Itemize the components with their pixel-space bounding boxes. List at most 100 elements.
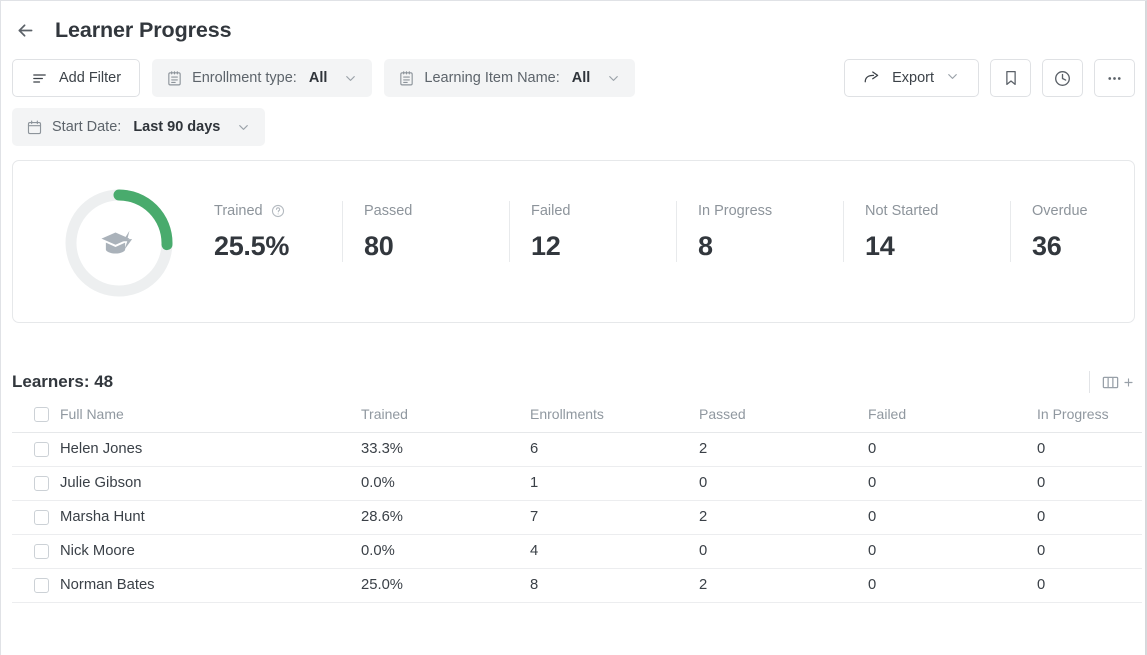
table-row[interactable]: Julie Gibson 0.0% 1 0 0 0 — [12, 466, 1142, 500]
row-checkbox[interactable] — [34, 476, 49, 491]
select-all-checkbox[interactable] — [34, 407, 49, 422]
trained-donut-chart — [63, 187, 175, 299]
cell-in-progress: 0 — [1037, 568, 1142, 602]
stat-passed: Passed 80 — [342, 201, 509, 262]
table-row[interactable]: Helen Jones 33.3% 6 2 0 0 — [12, 432, 1142, 466]
cell-failed: 0 — [868, 466, 1037, 500]
filter-chip-enrollment-type[interactable]: Enrollment type: All — [152, 59, 372, 97]
chevron-down-icon — [343, 71, 358, 86]
table-head: Full Name Trained Enrollments Passed Fai… — [12, 395, 1142, 432]
cell-in-progress: 0 — [1037, 432, 1142, 466]
column-header-passed[interactable]: Passed — [699, 395, 868, 432]
row-select-cell — [12, 500, 60, 534]
cell-failed: 0 — [868, 500, 1037, 534]
cell-failed: 0 — [868, 534, 1037, 568]
stat-label: In Progress — [698, 203, 772, 219]
filter-chip-label: Start Date: — [52, 119, 121, 135]
cell-full-name: Norman Bates — [60, 568, 361, 602]
cell-full-name: Helen Jones — [60, 432, 361, 466]
cell-passed: 2 — [699, 568, 868, 602]
stat-label-row: Passed — [364, 201, 509, 220]
filter-chip-start-date[interactable]: Start Date: Last 90 days — [12, 108, 265, 146]
stat-label: Trained — [214, 203, 263, 219]
learners-table: Full Name Trained Enrollments Passed Fai… — [12, 395, 1142, 603]
stat-label-row: Trained — [214, 201, 342, 220]
column-header-full-name[interactable]: Full Name — [60, 395, 361, 432]
column-header-in-progress[interactable]: In Progress — [1037, 395, 1142, 432]
add-filter-label: Add Filter — [59, 70, 121, 86]
cell-in-progress: 0 — [1037, 466, 1142, 500]
filter-chip-value: Last 90 days — [133, 119, 220, 135]
stat-value: 14 — [865, 231, 1010, 262]
column-header-enrollments[interactable]: Enrollments — [530, 395, 699, 432]
stat-not-started: Not Started 14 — [843, 201, 1010, 262]
cell-enrollments: 7 — [530, 500, 699, 534]
window-edge — [1145, 1, 1146, 655]
help-circle-icon[interactable] — [271, 204, 285, 218]
cell-enrollments: 4 — [530, 534, 699, 568]
filter-chip-value: All — [572, 70, 591, 86]
row-select-cell — [12, 568, 60, 602]
add-filter-button[interactable]: Add Filter — [12, 59, 140, 97]
stat-value: 80 — [364, 231, 509, 262]
export-button[interactable]: Export — [844, 59, 979, 97]
cell-trained: 33.3% — [361, 432, 530, 466]
toolbar-actions: Export — [844, 59, 1135, 97]
table-row[interactable]: Norman Bates 25.0% 8 2 0 0 — [12, 568, 1142, 602]
stat-value: 8 — [698, 231, 843, 262]
ellipsis-icon — [1105, 69, 1124, 88]
list-note-icon — [166, 70, 183, 87]
filter-lines-icon — [31, 70, 48, 87]
back-button[interactable] — [12, 17, 38, 43]
stat-value: 25.5% — [214, 231, 342, 262]
column-header-failed[interactable]: Failed — [868, 395, 1037, 432]
bookmark-icon — [1002, 69, 1020, 87]
table-row[interactable]: Marsha Hunt 28.6% 7 2 0 0 — [12, 500, 1142, 534]
row-select-cell — [12, 432, 60, 466]
row-checkbox[interactable] — [34, 544, 49, 559]
stat-overdue: Overdue 36 — [1010, 201, 1147, 262]
cell-trained: 28.6% — [361, 500, 530, 534]
more-options-button[interactable] — [1094, 59, 1135, 97]
learners-list-header: Learners: 48 — [12, 369, 1135, 395]
bookmark-button[interactable] — [990, 59, 1031, 97]
table-row[interactable]: Nick Moore 0.0% 4 0 0 0 — [12, 534, 1142, 568]
chevron-down-icon — [236, 120, 251, 135]
cell-enrollments: 1 — [530, 466, 699, 500]
filter-row-2: Start Date: Last 90 days — [12, 108, 1135, 146]
filter-chip-learning-item-name[interactable]: Learning Item Name: All — [384, 59, 635, 97]
cell-passed: 2 — [699, 432, 868, 466]
column-header-trained[interactable]: Trained — [361, 395, 530, 432]
summary-card: Trained 25.5% Passed 80 — [12, 160, 1135, 323]
row-checkbox[interactable] — [34, 510, 49, 525]
table-header-row: Full Name Trained Enrollments Passed Fai… — [12, 395, 1142, 432]
cell-trained: 0.0% — [361, 466, 530, 500]
row-checkbox[interactable] — [34, 578, 49, 593]
table-body: Helen Jones 33.3% 6 2 0 0 Julie Gibson 0… — [12, 432, 1142, 602]
share-arrow-icon — [863, 69, 881, 87]
cell-enrollments: 6 — [530, 432, 699, 466]
learners-count-title: Learners: 48 — [12, 372, 113, 392]
stat-label-row: Overdue — [1032, 201, 1147, 220]
calendar-icon — [26, 119, 43, 136]
filter-chip-label: Learning Item Name: — [424, 70, 559, 86]
add-column-button[interactable] — [1101, 373, 1135, 392]
cell-passed: 0 — [699, 466, 868, 500]
history-button[interactable] — [1042, 59, 1083, 97]
cell-in-progress: 0 — [1037, 500, 1142, 534]
row-checkbox[interactable] — [34, 442, 49, 457]
filter-toolbar: Add Filter Enrollment type: All — [1, 59, 1146, 146]
graduation-cap-bolt-icon — [98, 222, 140, 264]
clock-icon — [1053, 69, 1072, 88]
page-title: Learner Progress — [55, 18, 231, 43]
stat-label: Overdue — [1032, 203, 1088, 219]
cell-full-name: Nick Moore — [60, 534, 361, 568]
cell-enrollments: 8 — [530, 568, 699, 602]
stat-label-row: Failed — [531, 201, 676, 220]
stat-label: Failed — [531, 203, 571, 219]
page-header: Learner Progress — [1, 1, 1146, 59]
stat-failed: Failed 12 — [509, 201, 676, 262]
stat-value: 12 — [531, 231, 676, 262]
stat-label-row: In Progress — [698, 201, 843, 220]
stat-label: Not Started — [865, 203, 938, 219]
